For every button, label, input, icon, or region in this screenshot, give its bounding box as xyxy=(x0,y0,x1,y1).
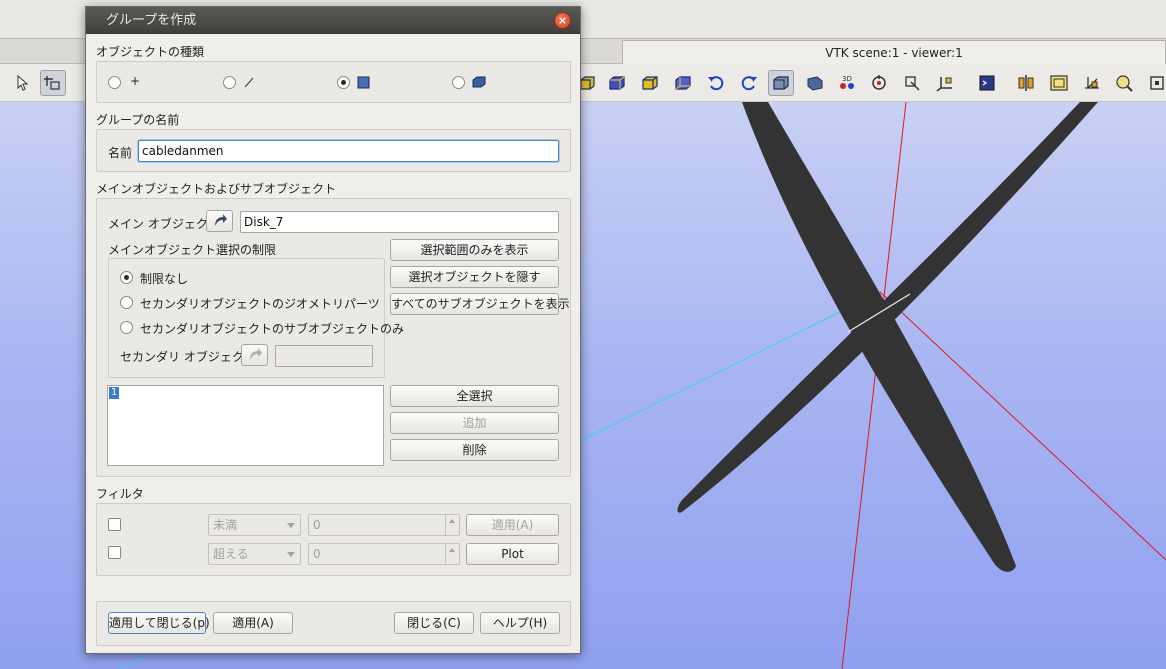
restriction-group: 制限なし セカンダリオブジェクトのジオメトリパーツ セカンダリオブジェクトのサブ… xyxy=(108,258,404,378)
sub-objects-only-label[interactable]: セカンダリオブジェクトのサブオブジェクトのみ xyxy=(140,320,404,337)
radio-face[interactable] xyxy=(337,76,350,89)
radio-solid[interactable] xyxy=(452,76,465,89)
anaglyph-3d-icon[interactable]: 3D xyxy=(834,70,860,96)
tab-vtk-viewer[interactable]: VTK scene:1 - viewer:1 xyxy=(622,40,1166,64)
scale-icon[interactable] xyxy=(899,70,925,96)
dialog-titlebar[interactable]: グループを作成 xyxy=(86,7,580,34)
apply-button[interactable]: 適用(A) xyxy=(213,612,293,634)
filter-greater-value[interactable]: 0 xyxy=(308,543,460,565)
filter-less-combo[interactable]: 未満 xyxy=(208,514,301,536)
point-select-icon[interactable] xyxy=(40,70,66,96)
geom-parts-label[interactable]: セカンダリオブジェクトのジオメトリパーツ xyxy=(140,295,380,312)
shading-icon[interactable] xyxy=(768,70,794,96)
group-name-group: 名前 cabledanmen xyxy=(96,129,571,172)
rotate-right-icon[interactable] xyxy=(736,70,762,96)
show-only-selected-button[interactable]: 選択範囲のみを表示 xyxy=(390,239,559,261)
filter-group: 未満 0 適用(A) 超える 0 Plot xyxy=(96,503,571,576)
solid-type-icon xyxy=(472,76,486,88)
filter-apply-button[interactable]: 適用(A) xyxy=(466,514,559,536)
plot-button[interactable]: Plot xyxy=(466,543,559,565)
hide-selected-button[interactable]: 選択オブジェクトを隠す xyxy=(390,266,559,288)
filter-less-combo-value: 未満 xyxy=(213,518,238,532)
object-type-group: + xyxy=(96,61,571,103)
add-button[interactable]: 追加 xyxy=(390,412,559,434)
radio-geom-parts[interactable] xyxy=(120,296,133,309)
filter-less-value[interactable]: 0 xyxy=(308,514,460,536)
script-icon[interactable] xyxy=(974,70,1000,96)
secondary-object-input[interactable] xyxy=(275,345,373,367)
more-icon[interactable] xyxy=(1144,70,1166,96)
restriction-title: メインオブジェクト選択の制限 xyxy=(108,243,277,257)
secondary-object-label: セカンダリ オブジェクト xyxy=(120,350,256,364)
radio-point[interactable] xyxy=(108,76,121,89)
no-restriction-label[interactable]: 制限なし xyxy=(140,270,188,287)
chevron-down-icon xyxy=(287,552,295,557)
group-name-input[interactable]: cabledanmen xyxy=(138,140,559,162)
filter-title: フィルタ xyxy=(96,487,144,501)
trihedron-icon[interactable] xyxy=(932,70,958,96)
main-object-select-button[interactable] xyxy=(206,210,233,232)
select-arrow-icon xyxy=(249,348,262,360)
filter-greater-checkbox[interactable] xyxy=(108,546,121,559)
spin-arrows-icon[interactable] xyxy=(445,515,459,535)
group-name-title: グループの名前 xyxy=(96,113,180,127)
projection-icon[interactable] xyxy=(1079,70,1105,96)
solid-icon[interactable] xyxy=(802,70,828,96)
close-icon[interactable]: × xyxy=(554,12,571,29)
main-object-input[interactable]: Disk_7 xyxy=(240,211,559,233)
object-type-title: オブジェクトの種類 xyxy=(96,45,205,59)
bottom-view-icon[interactable] xyxy=(670,70,696,96)
back-view-icon[interactable] xyxy=(604,70,630,96)
remove-button[interactable]: 削除 xyxy=(390,439,559,461)
list-item[interactable]: 1 xyxy=(109,387,120,399)
select-arrow-icon xyxy=(214,214,227,226)
spin-arrows-icon[interactable] xyxy=(445,544,459,564)
apply-and-close-button[interactable]: 適用して閉じる(p) xyxy=(108,612,210,634)
clipping-icon[interactable] xyxy=(1013,70,1039,96)
filter-greater-combo[interactable]: 超える xyxy=(208,543,301,565)
main-object-label: メイン オブジェクト xyxy=(108,217,220,231)
name-label: 名前 xyxy=(108,146,133,160)
sub-object-list[interactable]: 1 xyxy=(107,385,384,466)
help-button[interactable]: ヘルプ(H) xyxy=(480,612,560,634)
dialog-title: グループを作成 xyxy=(106,13,197,28)
close-button[interactable]: 閉じる(C) xyxy=(394,612,474,634)
disk-shape-1 xyxy=(742,102,1016,572)
svg-text:3D: 3D xyxy=(842,75,852,83)
radio-sub-objects-only[interactable] xyxy=(120,321,133,334)
face-type-icon xyxy=(357,76,370,89)
chevron-down-icon xyxy=(287,523,295,528)
interaction-style-icon[interactable] xyxy=(1111,70,1137,96)
footer-group: 適用して閉じる(p) 適用(A) 閉じる(C) ヘルプ(H) xyxy=(96,601,571,646)
rotation-point-icon[interactable] xyxy=(866,70,892,96)
radio-no-restriction[interactable] xyxy=(120,271,133,284)
filter-less-checkbox[interactable] xyxy=(108,518,121,531)
dump-view-icon[interactable] xyxy=(1046,70,1072,96)
main-sub-title: メインオブジェクトおよびサブオブジェクト xyxy=(96,182,337,196)
show-all-sub-button[interactable]: すべてのサブオブジェクトを表示 xyxy=(390,293,570,315)
filter-less-value-text: 0 xyxy=(313,518,321,532)
top-view-icon[interactable] xyxy=(637,70,663,96)
secondary-object-select-button[interactable] xyxy=(241,344,268,366)
create-group-dialog: グループを作成 × オブジェクトの種類 + グループの名前 名前 cableda… xyxy=(85,6,581,654)
filter-greater-value-text: 0 xyxy=(313,547,321,561)
filter-greater-combo-value: 超える xyxy=(213,547,249,561)
application-window: VTK scene:1 - viewer:1 3D グループを作成 × オブジェ… xyxy=(0,0,1166,669)
rotate-left-icon[interactable] xyxy=(703,70,729,96)
select-all-button[interactable]: 全選択 xyxy=(390,385,559,407)
select-icon[interactable] xyxy=(8,70,34,96)
point-type-icon: + xyxy=(130,74,141,88)
edge-type-icon xyxy=(244,77,254,88)
radio-edge[interactable] xyxy=(223,76,236,89)
